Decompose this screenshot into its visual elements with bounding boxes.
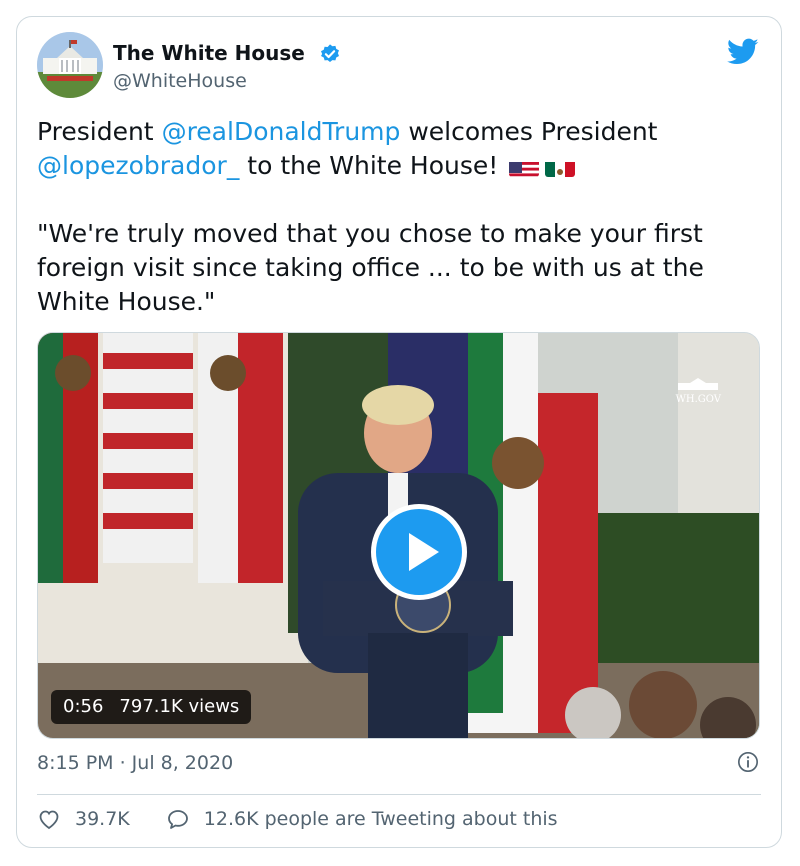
video-player[interactable]: WH.GOV 0:56 797.1K views xyxy=(37,332,760,739)
tweet-card: The White House @WhiteHouse President @r… xyxy=(16,16,782,848)
watermark: WH.GOV xyxy=(676,377,721,405)
watermark-text: WH.GOV xyxy=(675,394,721,405)
mexico-flag-icon xyxy=(545,157,576,177)
play-button[interactable] xyxy=(371,504,467,600)
text-segment: President xyxy=(37,117,162,146)
text-segment: to the White House! xyxy=(239,151,507,180)
like-count: 39.7K xyxy=(75,808,130,830)
info-icon[interactable] xyxy=(737,751,759,773)
mention-realdonaldtrump-link[interactable]: @realDonaldTrump xyxy=(162,117,401,146)
mention-lopezobrador-link[interactable]: @lopezobrador_ xyxy=(37,151,239,180)
tweet-quote: "We're truly moved that you chose to mak… xyxy=(37,219,712,316)
tweet-actions: 39.7K 12.6K people are Tweeting about th… xyxy=(37,807,558,831)
video-stats: 0:56 797.1K views xyxy=(51,690,252,724)
video-views: 797.1K views xyxy=(119,696,240,717)
divider xyxy=(37,794,761,795)
text-segment: welcomes President xyxy=(400,117,658,146)
author-name[interactable]: The White House xyxy=(113,41,305,65)
conversation-link[interactable]: 12.6K people are Tweeting about this xyxy=(166,807,558,831)
avatar[interactable] xyxy=(37,32,103,98)
video-duration: 0:56 xyxy=(63,696,104,717)
tweet-timestamp[interactable]: 8:15 PM · Jul 8, 2020 xyxy=(37,751,233,775)
author-handle[interactable]: @WhiteHouse xyxy=(113,69,247,93)
conversation-text: 12.6K people are Tweeting about this xyxy=(203,808,558,830)
like-button[interactable]: 39.7K xyxy=(37,807,130,831)
verified-badge-icon xyxy=(321,44,339,62)
us-flag-icon xyxy=(509,157,540,177)
twitter-bird-icon[interactable] xyxy=(727,38,759,66)
heart-icon xyxy=(39,810,59,830)
play-icon xyxy=(409,533,439,571)
tweet-text: President @realDonaldTrump welcomes Pres… xyxy=(37,115,767,319)
reply-icon xyxy=(167,810,188,829)
